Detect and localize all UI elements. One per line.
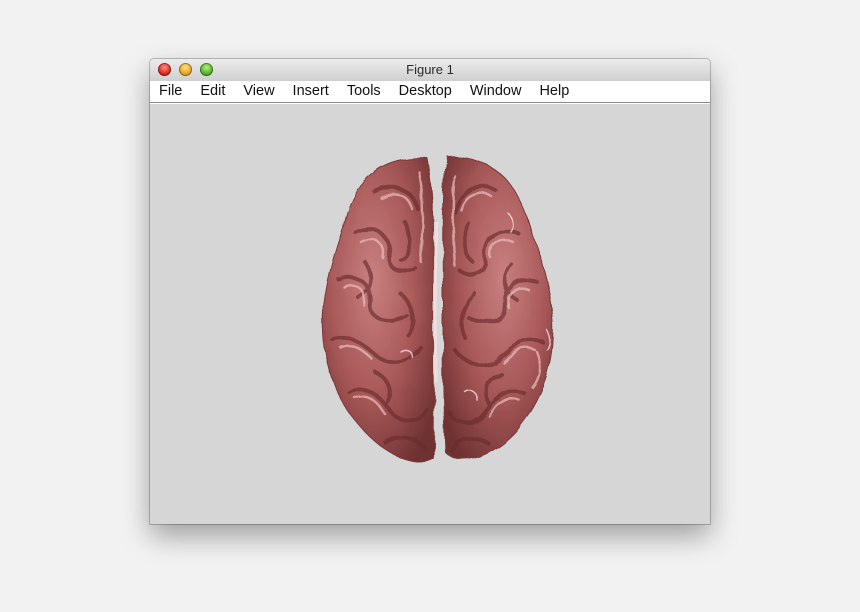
menu-view[interactable]: View	[234, 81, 283, 102]
title-bar[interactable]: Figure 1	[150, 59, 710, 82]
window-title: Figure 1	[406, 62, 454, 77]
figure-canvas[interactable]	[150, 103, 710, 524]
menu-edit[interactable]: Edit	[191, 81, 234, 102]
menu-help[interactable]: Help	[530, 81, 578, 102]
menu-bar: File Edit View Insert Tools Desktop Wind…	[150, 81, 710, 103]
menu-file[interactable]: File	[150, 81, 191, 102]
longitudinal-fissure	[433, 221, 439, 383]
figure-window: Figure 1 File Edit View Insert Tools Des…	[150, 59, 710, 524]
brain-surface-render[interactable]	[315, 152, 559, 468]
menu-desktop[interactable]: Desktop	[390, 81, 461, 102]
menu-insert[interactable]: Insert	[284, 81, 338, 102]
menu-tools[interactable]: Tools	[338, 81, 390, 102]
menu-window[interactable]: Window	[461, 81, 531, 102]
